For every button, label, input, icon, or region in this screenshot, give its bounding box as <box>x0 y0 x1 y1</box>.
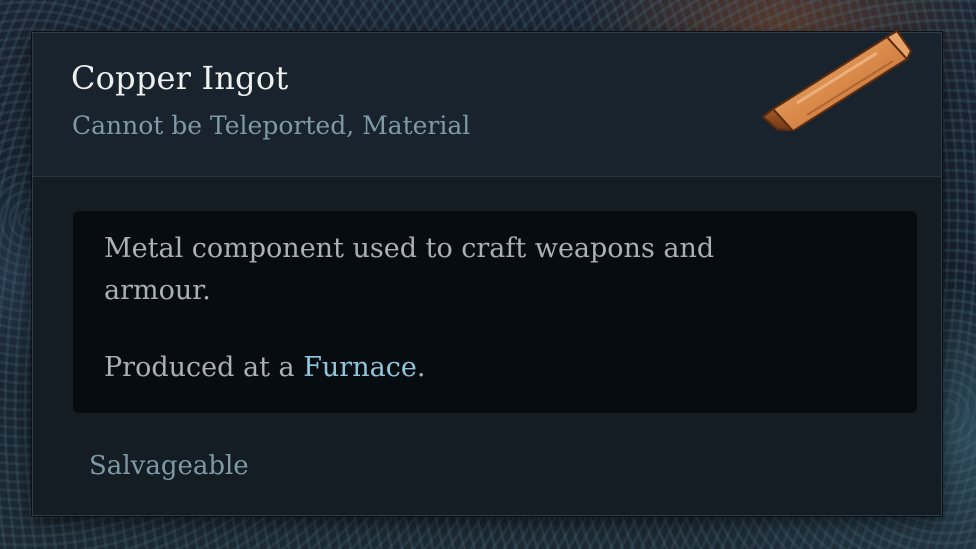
copper-ingot-icon <box>761 29 913 131</box>
salvageable-label: Salvageable <box>89 451 249 481</box>
furnace-link[interactable]: Furnace <box>303 352 417 383</box>
item-tooltip: Copper Ingot Cannot be Teleported, Mater… <box>32 29 942 516</box>
item-name: Copper Ingot <box>71 59 289 97</box>
description-box: Metal component used to craft weapons an… <box>73 211 917 413</box>
tooltip-header: Copper Ingot Cannot be Teleported, Mater… <box>33 29 941 177</box>
production-line: Produced at a Furnace. <box>104 352 425 383</box>
production-prefix: Produced at a <box>104 352 304 383</box>
description-line: Metal component used to craft weapons an… <box>104 233 715 264</box>
description-line: armour. <box>104 275 211 306</box>
item-tags: Cannot be Teleported, Material <box>72 111 471 140</box>
production-suffix: . <box>416 352 426 383</box>
